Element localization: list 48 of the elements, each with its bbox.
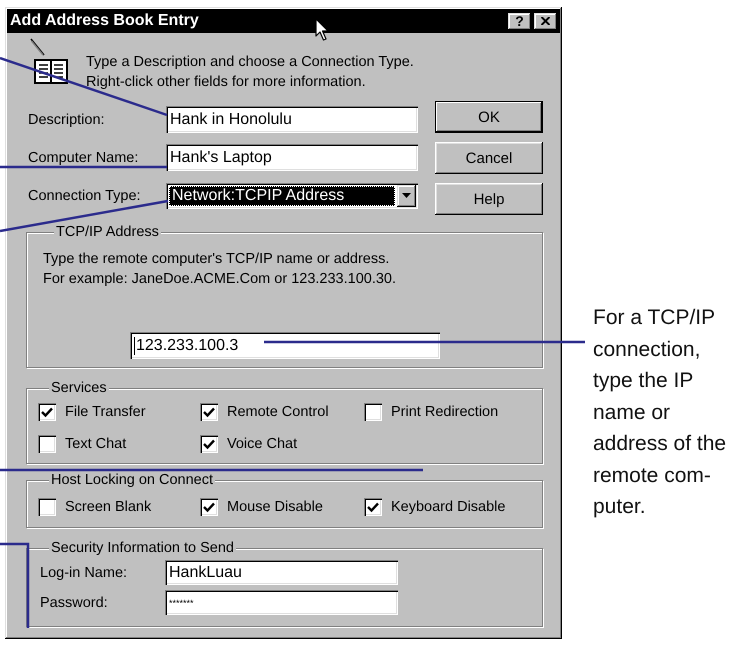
checkbox[interactable] xyxy=(200,435,218,453)
checkbox-label: Print Redirection xyxy=(391,404,498,420)
checkbox[interactable] xyxy=(200,403,218,421)
checkbox-label: Voice Chat xyxy=(227,436,298,452)
group-title: Host Locking on Connect xyxy=(49,472,216,488)
dialog-button[interactable]: Help xyxy=(435,183,543,215)
address-field[interactable]: 123.233.100.3 xyxy=(130,332,440,359)
close-icon xyxy=(541,17,550,25)
check-icon xyxy=(203,438,215,450)
checkbox[interactable] xyxy=(200,498,218,516)
check-icon xyxy=(203,502,215,512)
help-button[interactable]: ? xyxy=(508,12,531,30)
dropdown[interactable]: Network:TCPIP Address xyxy=(166,182,418,208)
checkbox-label: Mouse Disable xyxy=(227,499,323,515)
group-title: Security Information to Send xyxy=(49,540,236,556)
dropdown-arrow-button[interactable] xyxy=(397,184,416,206)
annotation-text: For a TCP/IP connection, type the IP name or address of the remote com- puter. xyxy=(593,305,726,520)
window-title: Add Address Book Entry xyxy=(10,12,200,30)
check-icon xyxy=(367,502,379,512)
dialog-button[interactable]: Cancel xyxy=(435,142,543,174)
caret-icon xyxy=(402,193,411,198)
field-label: Log-in Name: xyxy=(39,564,128,580)
field-label: Description: xyxy=(27,112,106,128)
checkbox[interactable] xyxy=(38,403,56,421)
instruction-text: Type a Description and choose a Connection Type. Right-click other fields for more information. xyxy=(86,53,414,92)
dialog-button[interactable]: OK xyxy=(435,101,543,133)
checkbox[interactable] xyxy=(38,498,56,516)
text-field[interactable]: ******* xyxy=(165,590,398,615)
hint-text: Type the remote computer's TCP/IP name or address. For example: JaneDoe.ACME.Com or 123.233.100.30. xyxy=(43,250,398,289)
checkbox-label: File Transfer xyxy=(65,404,146,420)
selected-value: Network:TCPIP Address xyxy=(169,186,395,206)
field-label: Computer Name: xyxy=(27,150,140,166)
text-field[interactable]: HankLuau xyxy=(165,560,398,585)
field-label: Connection Type: xyxy=(27,188,142,204)
check-icon xyxy=(203,406,215,418)
book-icon xyxy=(30,38,68,85)
checkbox-label: Remote Control xyxy=(227,404,329,420)
checkbox[interactable] xyxy=(364,403,382,421)
checkbox[interactable] xyxy=(38,435,56,453)
checkbox-label: Text Chat xyxy=(65,436,126,452)
checkbox-label: Keyboard Disable xyxy=(391,499,506,515)
text-field[interactable]: Hank in Honolulu xyxy=(166,106,418,133)
checkbox[interactable] xyxy=(364,498,382,516)
text-field[interactable]: Hank's Laptop xyxy=(166,144,418,171)
field-label: Password: xyxy=(39,594,109,610)
checkbox-label: Screen Blank xyxy=(65,499,152,515)
check-icon xyxy=(41,406,53,418)
close-button[interactable] xyxy=(534,12,557,30)
